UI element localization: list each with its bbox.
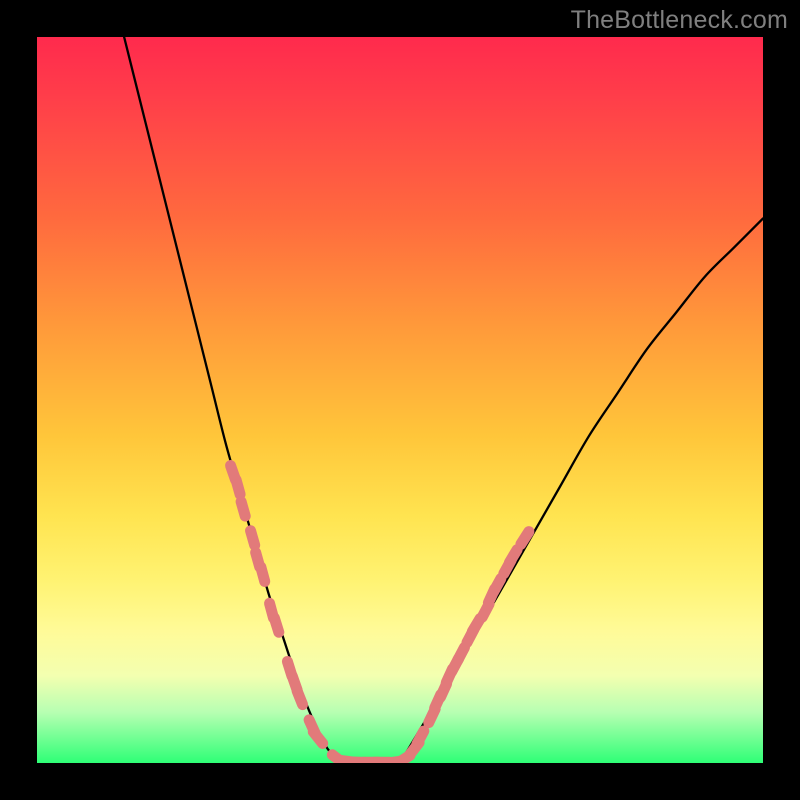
- highlight-markers: [231, 466, 529, 763]
- marker-dash: [521, 532, 529, 545]
- bottleneck-curve: [124, 37, 763, 763]
- chart-svg: [37, 37, 763, 763]
- marker-dash: [241, 502, 245, 516]
- watermark-text: TheBottleneck.com: [571, 6, 788, 35]
- marker-dash: [297, 691, 303, 705]
- marker-dash: [494, 579, 501, 592]
- curve-path: [124, 37, 763, 763]
- marker-dash: [458, 647, 465, 660]
- plot-area: [37, 37, 763, 763]
- marker-dash: [313, 732, 322, 744]
- marker-dash: [251, 531, 255, 545]
- marker-dash: [236, 480, 240, 494]
- marker-dash: [509, 550, 517, 563]
- marker-dash: [417, 731, 424, 744]
- marker-dash: [261, 567, 265, 581]
- chart-frame: TheBottleneck.com: [0, 0, 800, 800]
- marker-dash: [274, 618, 278, 632]
